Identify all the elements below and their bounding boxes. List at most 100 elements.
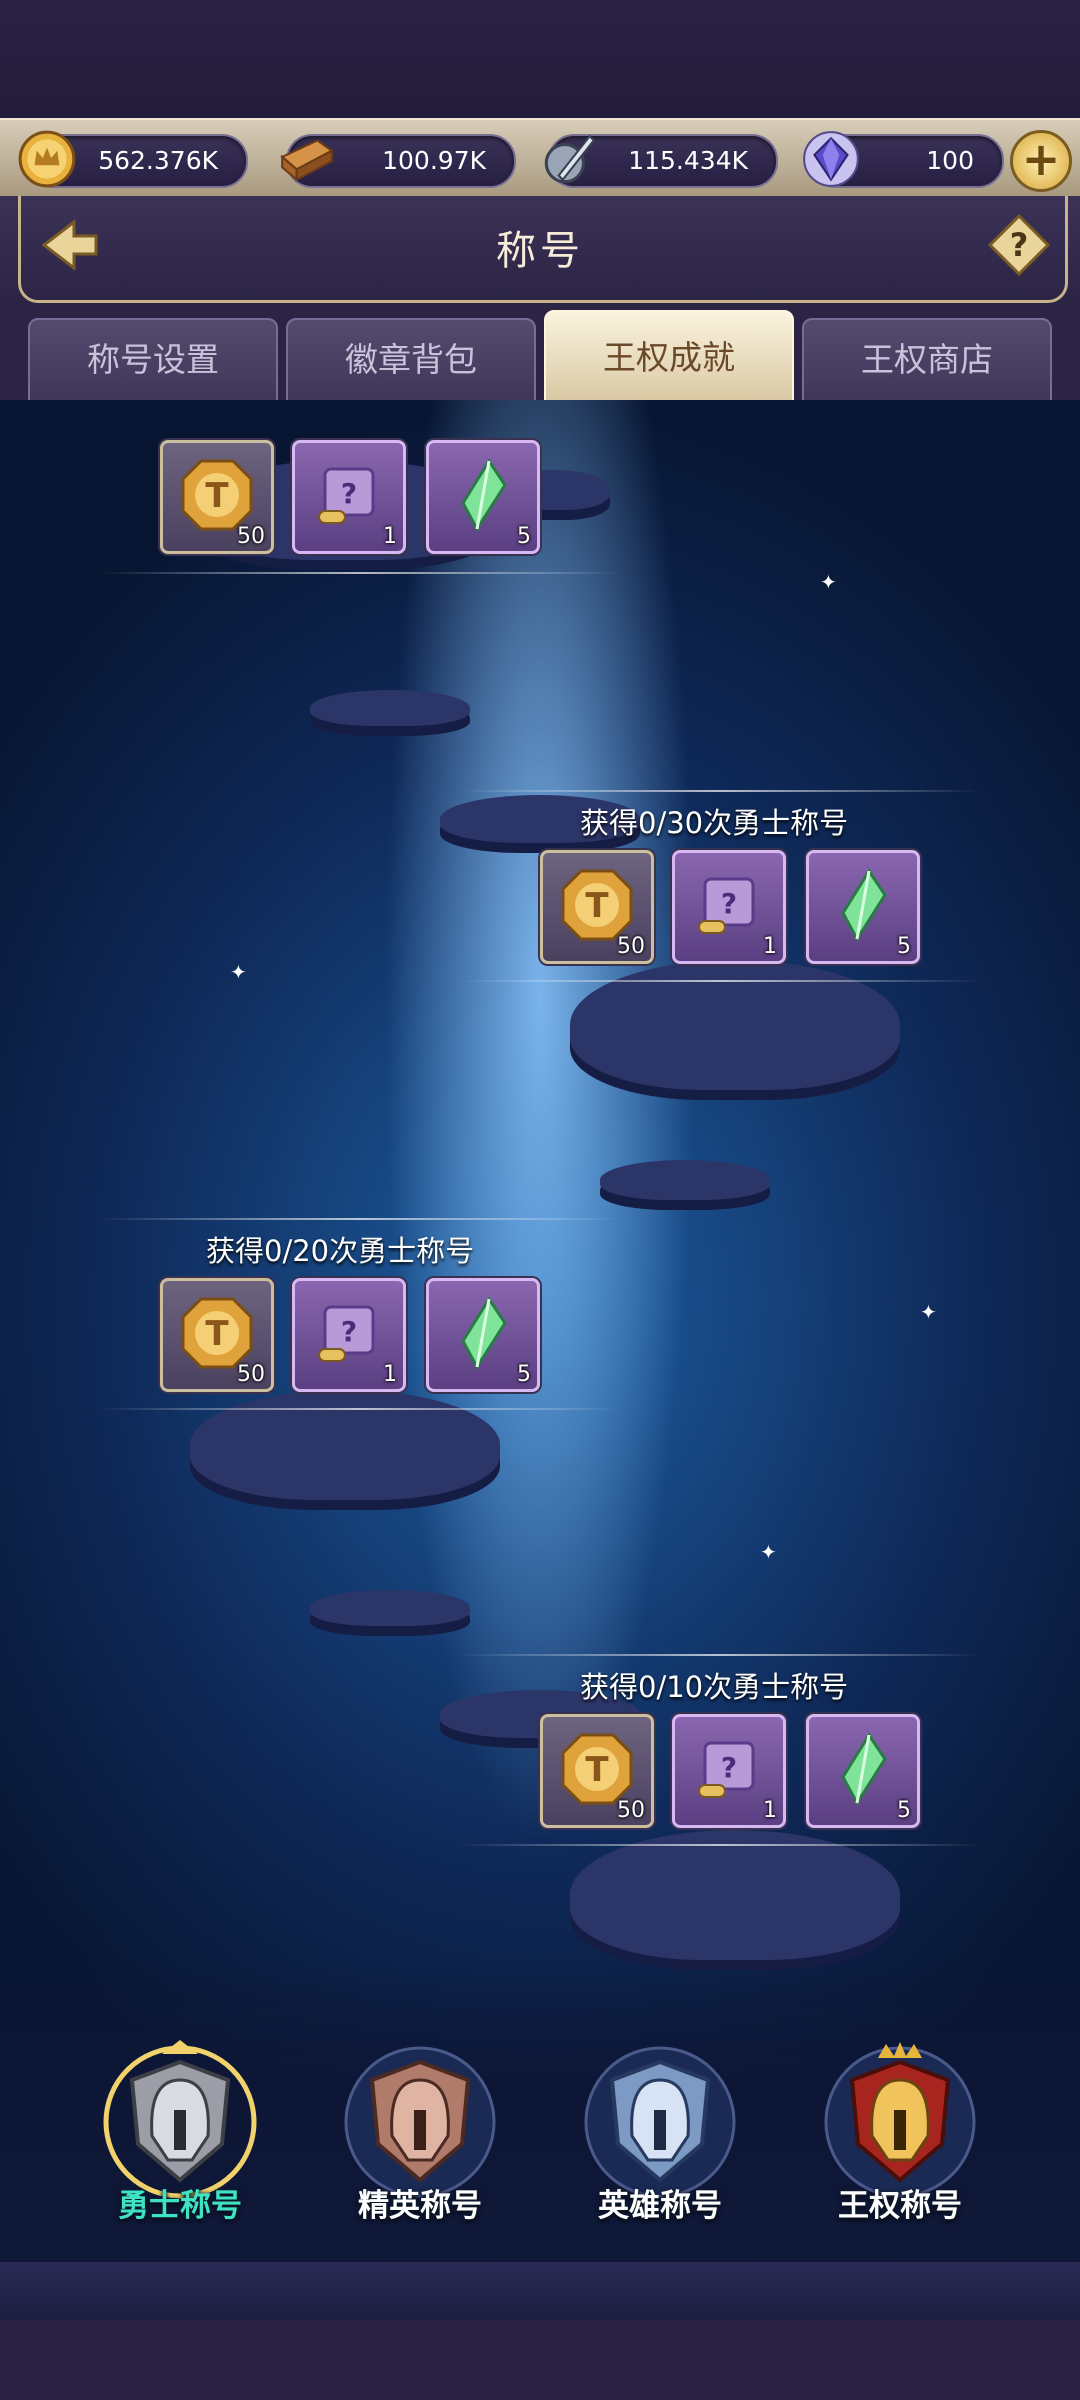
t-coin-icon: T [561,1733,633,1805]
tab-royal-shop[interactable]: 王权商店 [802,318,1052,402]
reward-count: 50 [617,1798,645,1823]
svg-text:T: T [585,1750,609,1790]
floating-rock [310,690,470,726]
reward-count: 1 [763,934,777,959]
divider [100,572,620,574]
divider [460,790,980,792]
green-crystal-icon [461,458,507,532]
reward-count: 1 [383,1362,397,1387]
svg-text:?: ? [1010,226,1029,264]
scroll-icon: ? [318,467,375,524]
achievement-row: 获得0/30次勇士称号 T 50 ? 1 5 [0,790,1080,990]
resource-wood: 100.97K [280,134,516,188]
svg-text:?: ? [721,887,737,920]
achievement-label: 获得0/30次勇士称号 [580,806,849,840]
reward-count: 50 [237,524,265,549]
reward-count: 5 [517,524,531,549]
iron-value: 115.434K [628,146,748,175]
help-icon[interactable]: ? [984,210,1054,280]
reward-slot[interactable]: T 50 [540,1714,654,1828]
reward-slot[interactable]: 5 [806,850,920,964]
reward-slot[interactable]: 5 [806,1714,920,1828]
divider [100,1408,620,1410]
reward-count: 1 [763,1798,777,1823]
wood-log-icon [280,139,334,182]
reward-slot[interactable]: ? 1 [672,1714,786,1828]
sword-shield-icon [544,134,596,184]
reward-slot[interactable]: 5 [426,1278,540,1392]
rank-hero[interactable]: 英雄称号 [580,2040,740,2230]
rank-label: 英雄称号 [598,2188,722,2224]
purple-gem-icon [803,131,859,187]
blue-helmet-shield-icon [584,2046,736,2198]
svg-text:T: T [205,476,229,516]
gem-value: 100 [926,146,974,175]
bronze-helmet-shield-icon [344,2046,496,2198]
rank-label: 精英称号 [358,2188,482,2224]
reward-slot[interactable]: T 50 [540,850,654,964]
t-coin-icon: T [561,869,633,941]
floating-rock [310,1590,470,1626]
reward-slot[interactable]: T 50 [160,440,274,554]
achievement-row: 获得0/10次勇士称号 T 50 ? 1 5 [0,1654,1080,1854]
t-coin-icon: T [181,459,253,531]
t-coin-icon: T [181,1297,253,1369]
bottom-frame [0,2320,1080,2400]
status-bar-area [0,0,1080,120]
resource-bar: 562.376K 100.97K 115.434K 100 [0,118,1080,198]
svg-text:?: ? [341,1315,357,1348]
divider [460,1654,980,1656]
scroll-icon: ? [318,1305,375,1362]
gold-value: 562.376K [98,146,218,175]
divider [460,980,980,982]
svg-text:?: ? [341,477,357,510]
reward-slot[interactable]: ? 1 [292,440,406,554]
reward-count: 50 [237,1362,265,1387]
crown-coin-icon [18,130,76,188]
tab-title-settings[interactable]: 称号设置 [28,318,278,402]
reward-slot[interactable]: ? 1 [292,1278,406,1392]
svg-text:T: T [585,886,609,926]
reward-count: 50 [617,934,645,959]
svg-text:T: T [205,1314,229,1354]
divider [460,1844,980,1846]
achievement-label: 获得0/10次勇士称号 [580,1670,849,1704]
scroll-icon: ? [698,1741,755,1798]
achievement-label: 获得0/20次勇士称号 [206,1234,475,1268]
tab-royal-achievement[interactable]: 王权成就 [544,310,794,406]
resource-gem: 100 [803,131,1004,188]
tab-bar: 称号设置 徽章背包 王权成就 王权商店 [0,306,1080,406]
scroll-icon: ? [698,877,755,934]
green-crystal-icon [841,1732,887,1806]
back-arrow-icon[interactable] [34,210,104,280]
floating-rock [600,1160,770,1200]
rank-label: 勇士称号 [118,2188,242,2224]
silver-helmet-shield-icon [103,2040,257,2199]
resource-iron: 115.434K [544,134,778,188]
page-title: 称号 [496,228,584,274]
green-crystal-icon [841,868,887,942]
rank-warrior[interactable]: 勇士称号 [100,2040,260,2230]
reward-slot[interactable]: T 50 [160,1278,274,1392]
reward-count: 1 [383,524,397,549]
green-crystal-icon [461,1296,507,1370]
rank-elite[interactable]: 精英称号 [340,2040,500,2230]
divider [100,1218,620,1220]
reward-count: 5 [897,934,911,959]
reward-count: 5 [517,1362,531,1387]
rank-label: 王权称号 [838,2188,962,2224]
resource-gold: 562.376K [18,130,248,188]
achievement-row: T 50 ? 1 5 [0,430,1080,630]
reward-count: 5 [897,1798,911,1823]
ground-strip [0,2262,1080,2322]
add-gem-button[interactable]: + [1010,130,1072,192]
rank-royal[interactable]: 王权称号 [820,2040,980,2230]
achievement-row: 获得0/20次勇士称号 T 50 ? 1 5 [0,1218,1080,1418]
tab-badge-bag[interactable]: 徽章背包 [286,318,536,402]
svg-text:?: ? [721,1751,737,1784]
reward-slot[interactable]: 5 [426,440,540,554]
star-sparkle: ✦ [760,1540,777,1564]
reward-slot[interactable]: ? 1 [672,850,786,964]
wood-value: 100.97K [382,146,486,175]
gold-helmet-shield-icon [824,2042,976,2198]
